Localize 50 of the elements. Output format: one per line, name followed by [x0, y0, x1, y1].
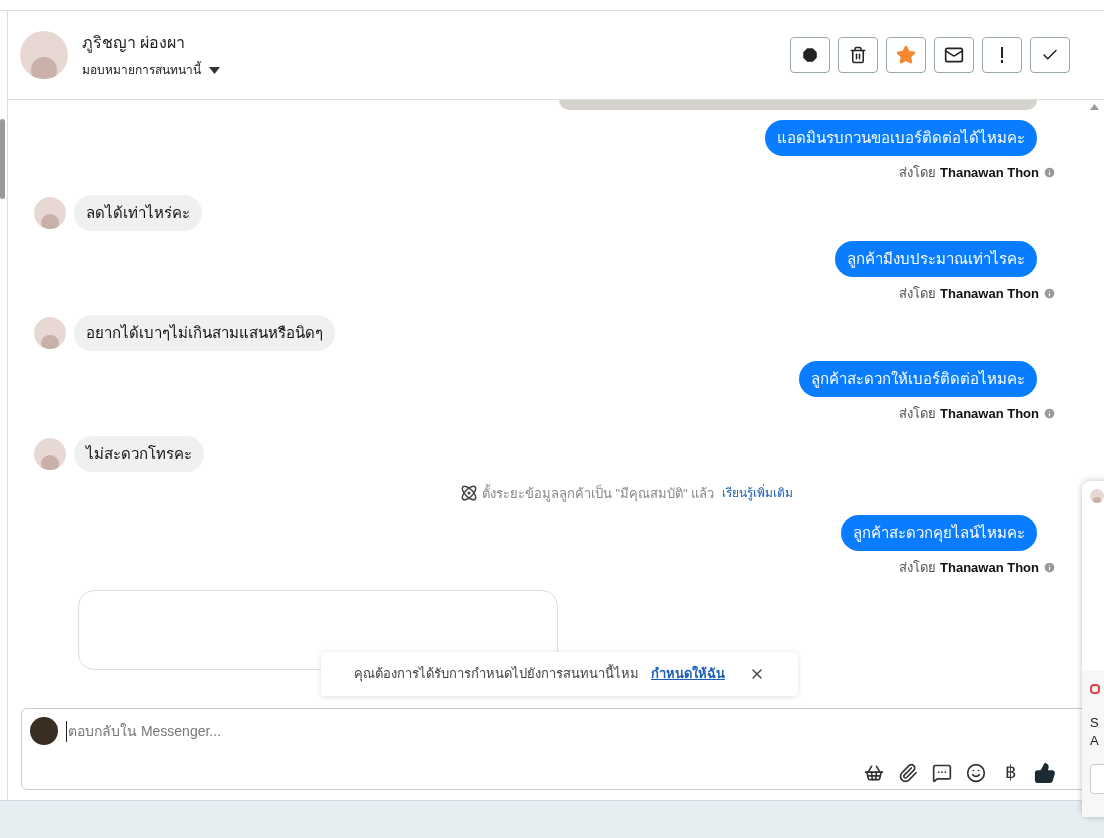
sender-name: Thanawan Thon: [940, 559, 1039, 577]
avatar: [20, 31, 68, 79]
exclamation-icon: [1000, 47, 1004, 63]
atom-icon: [459, 484, 478, 503]
chat-bubble-icon: [932, 762, 952, 783]
avatar: [34, 317, 66, 349]
info-icon: [1043, 407, 1056, 421]
popup-text: A: [1090, 731, 1100, 750]
assign-me-link[interactable]: กำหนดให้ฉัน: [651, 664, 725, 684]
sent-by-label: ส่งโดย: [899, 405, 937, 423]
smile-icon: [966, 762, 986, 783]
popup-text: S: [1090, 713, 1100, 732]
avatar: [1090, 489, 1104, 503]
toast-message: คุณต้องการได้รับการกำหนดไปยังการสนทนานี้ไหม: [354, 664, 639, 684]
received-message-bubble: ไม่สะดวกโทรคะ: [74, 435, 204, 472]
info-icon: [1043, 561, 1056, 575]
sent-message-bubble: ลูกค้าสะดวกให้เบอร์ติดต่อไหมคะ: [799, 361, 1037, 397]
alert-icon: [801, 46, 819, 64]
avatar: [34, 437, 66, 470]
sender-name: Thanawan Thon: [940, 284, 1039, 303]
received-message-bubble: อยากได้เบาๆไม่เกินสามแสนหรือนิดๆ: [74, 315, 335, 351]
basket-icon: [864, 762, 884, 783]
sender-name: Thanawan Thon: [940, 405, 1039, 423]
assign-dropdown[interactable]: มอบหมายการสนทนานี้: [82, 61, 220, 79]
avatar: [34, 196, 66, 229]
sent-message-bubble: ลูกค้ามีงบประมาณเท่าไรคะ: [835, 240, 1037, 277]
trash-icon: [849, 46, 867, 64]
toolbar-button[interactable]: [934, 37, 974, 73]
sent-message-bubble: ลูกค้าสะดวกคุยไลน์ไหมคะ: [841, 515, 1037, 551]
learn-more-link[interactable]: เรียนรู้เพิ่มเติม: [722, 484, 794, 503]
app-icon: [1090, 683, 1100, 694]
thumbs-up-icon: [1034, 761, 1056, 784]
sent-message-bubble: แอดมินรบกวนขอเบอร์ติดต่อได้ไหมคะ: [765, 120, 1037, 156]
sent-by-label: ส่งโดย: [899, 559, 937, 577]
contact-name: ภูริชญา ผ่องผา: [82, 33, 187, 55]
info-icon: [1043, 286, 1056, 300]
system-note: ตั้งระยะข้อมูลลูกค้าเป็น "มีคุณสมบัติ" แล้ว: [481, 483, 715, 503]
currency-button[interactable]: ฿: [1000, 759, 1020, 786]
scroll-up-icon: [1090, 104, 1099, 110]
info-icon: [1043, 166, 1056, 180]
toolbar-button[interactable]: [838, 37, 878, 73]
toolbar-button[interactable]: [790, 37, 830, 73]
received-message-bubble: ลดได้เท่าไหร่คะ: [74, 194, 202, 231]
sender-name: Thanawan Thon: [940, 164, 1039, 182]
page-avatar: [30, 717, 58, 745]
sent-by-label: ส่งโดย: [899, 284, 937, 303]
mail-icon: [944, 45, 964, 65]
paperclip-icon: [898, 762, 918, 783]
caret-icon: [209, 66, 220, 74]
sent-by-label: ส่งโดย: [899, 164, 937, 182]
